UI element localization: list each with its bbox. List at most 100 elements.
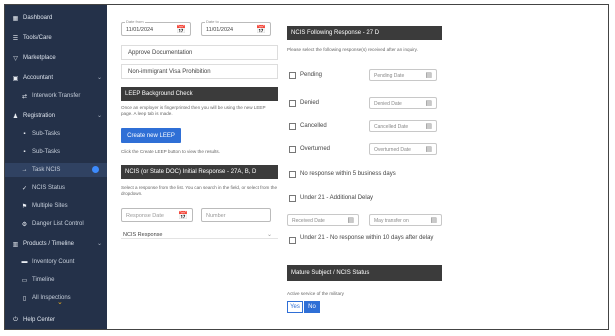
cancelled-date-field[interactable]: Cancelled Date ▤	[369, 120, 437, 132]
card-icon: ▬	[21, 259, 28, 265]
sidebar-item-label: Help Center	[23, 317, 56, 323]
sidebar-item-label: Multiple Sites	[32, 203, 68, 209]
no-toggle[interactable]: No	[304, 301, 320, 313]
sidebar-item-interwork[interactable]: ⇄ Interwork Transfer	[5, 89, 107, 103]
pending-date-field[interactable]: Pending Date ▤	[369, 69, 437, 81]
calendar-icon[interactable]: ▤	[425, 145, 432, 153]
number-field[interactable]: Number	[201, 208, 271, 222]
sidebar-item-task-ncis[interactable]: → Task NCIS	[5, 163, 107, 177]
sidebar-item-label: All Inspections	[32, 295, 71, 301]
overturned-date-field[interactable]: Overturned Date ▤	[369, 143, 437, 155]
calendar-icon[interactable]: ▤	[425, 99, 432, 107]
sidebar-item-ncis-status[interactable]: ✓ NCIS Status	[5, 181, 107, 195]
overturned-checkbox[interactable]	[289, 146, 296, 153]
filter-icon: ▽	[13, 55, 18, 62]
response-date-field[interactable]: Response Date 📅	[121, 208, 193, 222]
list-icon: ☰	[12, 35, 19, 42]
received-date-field[interactable]: Received Date ▤	[287, 214, 359, 226]
received-date-placeholder: Received Date	[292, 218, 325, 224]
pending-checkbox[interactable]	[289, 72, 296, 79]
approve-documentation-row[interactable]: Approve Documentation	[121, 45, 278, 60]
sidebar-item-tools[interactable]: ☰ Tools/Care	[5, 31, 107, 45]
leep-header: LEEP Background Check	[121, 87, 278, 101]
calendar-icon[interactable]: 📅	[256, 25, 266, 34]
sidebar-item-subtasks-2[interactable]: ▪ Sub-Tasks	[5, 145, 107, 159]
denied-date-field[interactable]: Denied Date ▤	[369, 97, 437, 109]
sidebar-item-accountant[interactable]: ▣ Accountant ⌄	[5, 71, 107, 85]
denied-label: Denied	[300, 100, 320, 106]
ncis-response-label: NCIS Response	[123, 232, 163, 238]
date-to-field[interactable]: Date to 11/01/2024 📅	[201, 19, 271, 36]
sidebar-item-inventory[interactable]: ▬ Inventory Count	[5, 255, 107, 269]
sidebar: ▦ Dashboard ☰ Tools/Care ▽ Marketplace ▣ Acc…	[5, 5, 107, 329]
transfer-icon: ⇄	[21, 93, 28, 100]
calendar-icon[interactable]: 📅	[178, 211, 188, 220]
file-icon: ▯	[22, 295, 27, 302]
sidebar-item-help[interactable]: ⏻ Help Center	[5, 313, 107, 327]
create-leep-button[interactable]: Create new LEEP	[121, 128, 181, 143]
date-to-value: 11/01/2024	[206, 27, 234, 33]
sidebar-item-label: Sub-Tasks	[32, 131, 61, 137]
sidebar-item-label: Marketplace	[23, 55, 56, 61]
doc-icon: ▪	[23, 149, 26, 155]
pending-date-placeholder: Pending Date	[374, 73, 405, 79]
approve-documentation-label: Approve Documentation	[128, 49, 193, 56]
no-response-label: No response within 5 business days	[300, 171, 396, 177]
grid-icon: ▥	[12, 241, 19, 248]
sidebar-item-label: Products / Timeline	[23, 241, 75, 247]
response-date-placeholder: Response Date	[126, 213, 164, 219]
sidebar-item-label: Timeline	[32, 277, 55, 283]
sidebar-item-label: Tools/Care	[23, 35, 52, 41]
chevron-down-icon: ⌄	[96, 241, 102, 247]
may-transfer-field[interactable]: May transfer on ▤	[369, 214, 442, 226]
chevron-down-icon: ⌄	[96, 75, 102, 81]
no-response-checkbox[interactable]	[289, 171, 296, 178]
visa-prohibition-label: Non-immigrant Visa Prohibition	[128, 68, 211, 75]
sidebar-item-danger-list[interactable]: ⚙ Danger List Control	[5, 217, 107, 231]
calendar-icon[interactable]: ▤	[425, 122, 432, 130]
power-icon: ⏻	[13, 316, 18, 323]
under21-no-response-checkbox[interactable]	[289, 237, 296, 244]
clock-icon: ▭	[21, 277, 28, 284]
date-to-label: Date to	[205, 19, 220, 24]
arrow-icon: →	[21, 167, 28, 173]
chevron-down-icon: ⌄	[96, 113, 102, 119]
doc-icon: ▪	[23, 131, 26, 137]
under21-label: Under 21 - Additional Delay	[300, 195, 374, 201]
cancelled-checkbox[interactable]	[289, 123, 296, 130]
people-icon: ♟	[12, 113, 19, 120]
ncis-initial-header: NCIS (or State DOC) Initial Response - 2…	[121, 165, 278, 179]
bank-icon: ▣	[12, 75, 19, 82]
active-service-label: Active service of the military	[287, 291, 344, 296]
chevron-down-icon[interactable]: ⌄	[267, 231, 272, 238]
calendar-icon[interactable]: 📅	[176, 25, 186, 34]
app-window: ▦ Dashboard ☰ Tools/Care ▽ Marketplace ▣ Acc…	[4, 4, 609, 330]
calendar-icon[interactable]: ▤	[425, 71, 432, 79]
sidebar-item-registration[interactable]: ♟ Registration ⌄	[5, 109, 107, 123]
visa-prohibition-row[interactable]: Non-immigrant Visa Prohibition	[121, 64, 278, 79]
sidebar-item-inspections[interactable]: ▯ All Inspections ⌄	[5, 291, 107, 306]
sidebar-item-products[interactable]: ▥ Products / Timeline ⌄	[5, 237, 107, 251]
sidebar-item-timeline[interactable]: ▭ Timeline	[5, 273, 107, 287]
sidebar-item-dashboard[interactable]: ▦ Dashboard	[5, 11, 107, 25]
date-from-field[interactable]: Date from 11/01/2024 📅	[121, 19, 191, 36]
divider	[121, 238, 278, 239]
denied-checkbox[interactable]	[289, 100, 296, 107]
yes-toggle[interactable]: Yes	[287, 301, 303, 313]
leep-note: Once an employer is fingerprinted then y…	[121, 105, 266, 116]
ncis-following-note: Please select the following response(s) …	[287, 47, 418, 52]
overturned-date-placeholder: Overturned Date	[374, 147, 411, 153]
calendar-icon[interactable]: ▤	[430, 216, 437, 224]
sidebar-item-multiple-sites[interactable]: ⚑ Multiple Sites	[5, 199, 107, 213]
sidebar-item-label: Sub-Tasks	[32, 149, 61, 155]
sidebar-item-subtasks-1[interactable]: ▪ Sub-Tasks	[5, 127, 107, 141]
cancelled-label: Cancelled	[300, 123, 327, 129]
mature-subject-header: Mature Subject / NCIS Status	[287, 265, 442, 281]
calendar-icon[interactable]: ▤	[347, 216, 354, 224]
denied-date-placeholder: Denied Date	[374, 101, 402, 107]
sidebar-item-marketplace[interactable]: ▽ Marketplace	[5, 51, 107, 65]
under21-checkbox[interactable]	[289, 195, 296, 202]
leep-note-2: Click the Create LEEP button to view the…	[121, 149, 220, 154]
check-icon: ✓	[21, 185, 28, 192]
cancelled-date-placeholder: Cancelled Date	[374, 124, 409, 130]
